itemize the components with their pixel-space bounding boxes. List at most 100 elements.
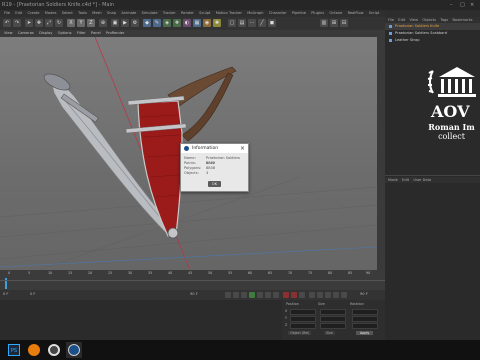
camera-icon[interactable]: ◉	[203, 19, 211, 27]
menu-render[interactable]: Render	[181, 10, 194, 17]
object-mode-dropdown[interactable]: Object (Rel)	[288, 331, 312, 335]
next-frame-icon[interactable]	[257, 292, 263, 298]
size-z-field[interactable]	[320, 323, 346, 329]
menu-octane[interactable]: Octane	[329, 10, 342, 17]
current-frame-field[interactable]: 0 F	[30, 292, 36, 296]
ok-button[interactable]: OK	[208, 181, 221, 187]
mode-polygons-icon[interactable]: ◼	[268, 19, 276, 27]
snap-icon[interactable]: ⊞	[330, 19, 338, 27]
undo-icon[interactable]: ↶	[3, 19, 11, 27]
deformer-icon[interactable]: ◐	[183, 19, 191, 27]
menu-modes[interactable]: Modes	[45, 10, 57, 17]
autokey-icon[interactable]	[291, 292, 297, 298]
menu-sculpt[interactable]: Sculpt	[199, 10, 210, 17]
mode-edges-icon[interactable]: ╱	[258, 19, 266, 27]
layout-icon[interactable]: ▥	[320, 19, 328, 27]
dialog-close-icon[interactable]: ×	[240, 144, 245, 153]
y-axis-icon[interactable]: Y	[77, 19, 85, 27]
object-item[interactable]: Leather Strap	[385, 37, 480, 44]
menu-character[interactable]: Character	[269, 10, 287, 17]
attributes-menu-user-data[interactable]: User Data	[413, 177, 431, 183]
next-key-icon[interactable]	[265, 292, 271, 298]
menu-tracker[interactable]: Tracker	[163, 10, 176, 17]
menu-pipeline[interactable]: Pipeline	[292, 10, 306, 17]
rotate-icon[interactable]: ↻	[55, 19, 63, 27]
move-icon[interactable]: ✥	[35, 19, 43, 27]
goto-start-icon[interactable]	[225, 292, 231, 298]
x-axis-icon[interactable]: X	[67, 19, 75, 27]
workplane-icon[interactable]: ⊟	[340, 19, 348, 27]
viewport-menu-panel[interactable]: Panel	[91, 30, 101, 37]
keyframe-selection-icon[interactable]	[299, 292, 305, 298]
start-frame-field[interactable]: 0 F	[3, 292, 9, 296]
position-x-field[interactable]	[290, 309, 316, 315]
menu-snap[interactable]: Snap	[107, 10, 116, 17]
z-axis-icon[interactable]: Z	[87, 19, 95, 27]
timeline[interactable]: 0 5 10 15 20 25 30 35 40 45 50 55 60 65 …	[0, 270, 385, 290]
size-y-field[interactable]	[320, 316, 346, 322]
menu-create[interactable]: Create	[28, 10, 40, 17]
menu-tools[interactable]: Tools	[78, 10, 87, 17]
cube-icon[interactable]: ◆	[143, 19, 151, 27]
menu-mograph[interactable]: MoGraph	[247, 10, 263, 17]
prev-key-icon[interactable]	[233, 292, 239, 298]
scale-key-icon[interactable]	[317, 292, 323, 298]
menu-plugins[interactable]: Plugins	[311, 10, 324, 17]
goto-end-icon[interactable]	[273, 292, 279, 298]
taskbar-maxon-icon[interactable]	[48, 344, 60, 356]
menu-file[interactable]: File	[4, 10, 10, 17]
scale-icon[interactable]: ⤢	[45, 19, 53, 27]
scene-icon[interactable]: ▦	[193, 19, 201, 27]
apply-button[interactable]: Apply	[356, 331, 374, 335]
render-view-icon[interactable]: ▣	[111, 19, 119, 27]
pla-key-icon[interactable]	[341, 292, 347, 298]
light-icon[interactable]: ✺	[213, 19, 221, 27]
end-frame-field[interactable]: 90 F	[190, 292, 198, 296]
viewport-menu-options[interactable]: Options	[58, 30, 72, 37]
render-picture-icon[interactable]: ▶	[121, 19, 129, 27]
menu-animate[interactable]: Animate	[121, 10, 136, 17]
rotation-key-icon[interactable]	[325, 292, 331, 298]
redo-icon[interactable]: ↷	[13, 19, 21, 27]
attributes-menu-edit[interactable]: Edit	[402, 177, 409, 183]
menu-realflow[interactable]: RealFlow	[348, 10, 364, 17]
menu-edit[interactable]: Edit	[15, 10, 22, 17]
render-settings-icon[interactable]: ⚙	[131, 19, 139, 27]
menu-select[interactable]: Select	[62, 10, 73, 17]
fps-end-field[interactable]: 90 F	[360, 292, 368, 296]
minimize-icon[interactable]: –	[450, 2, 456, 8]
select-icon[interactable]: ➤	[25, 19, 33, 27]
play-icon[interactable]	[249, 292, 255, 298]
menu-simulate[interactable]: Simulate	[142, 10, 158, 17]
attributes-menu-mode[interactable]: Mode	[388, 177, 398, 183]
viewport-menu-cameras[interactable]: Cameras	[18, 30, 34, 37]
position-key-icon[interactable]	[309, 292, 315, 298]
taskbar-cinema4d-active[interactable]	[66, 342, 82, 358]
cloner-icon[interactable]: ❖	[173, 19, 181, 27]
menu-motion-tracker[interactable]: Motion Tracker	[216, 10, 242, 17]
material-manager[interactable]	[0, 300, 282, 340]
pen-icon[interactable]: ✎	[153, 19, 161, 27]
taskbar-blender-icon[interactable]	[28, 344, 40, 356]
rotation-p-field[interactable]	[352, 316, 378, 322]
object-item[interactable]: Praetorian Soldiers Knife	[385, 23, 480, 30]
prev-frame-icon[interactable]	[241, 292, 247, 298]
rotation-b-field[interactable]	[352, 323, 378, 329]
viewport-menu-filter[interactable]: Filter	[77, 30, 86, 37]
mode-texture-icon[interactable]: ▤	[238, 19, 246, 27]
position-z-field[interactable]	[290, 323, 316, 329]
taskbar-photoshop-icon[interactable]: PS	[8, 344, 20, 356]
mode-points-icon[interactable]: ⋯	[248, 19, 256, 27]
size-mode-dropdown[interactable]: Size	[324, 331, 335, 335]
maximize-icon[interactable]: □	[460, 2, 466, 8]
size-x-field[interactable]	[320, 309, 346, 315]
viewport-menu-display[interactable]: Display	[39, 30, 52, 37]
coordinate-system-icon[interactable]: ⊕	[99, 19, 107, 27]
object-item[interactable]: Praetorian Soldiers Scabbard	[385, 30, 480, 37]
close-icon[interactable]: ×	[470, 2, 476, 8]
menu-script[interactable]: Script	[369, 10, 379, 17]
position-y-field[interactable]	[290, 316, 316, 322]
subdivision-icon[interactable]: ◈	[163, 19, 171, 27]
menu-mesh[interactable]: Mesh	[92, 10, 101, 17]
viewport-menu-prorender[interactable]: ProRender	[106, 30, 125, 37]
